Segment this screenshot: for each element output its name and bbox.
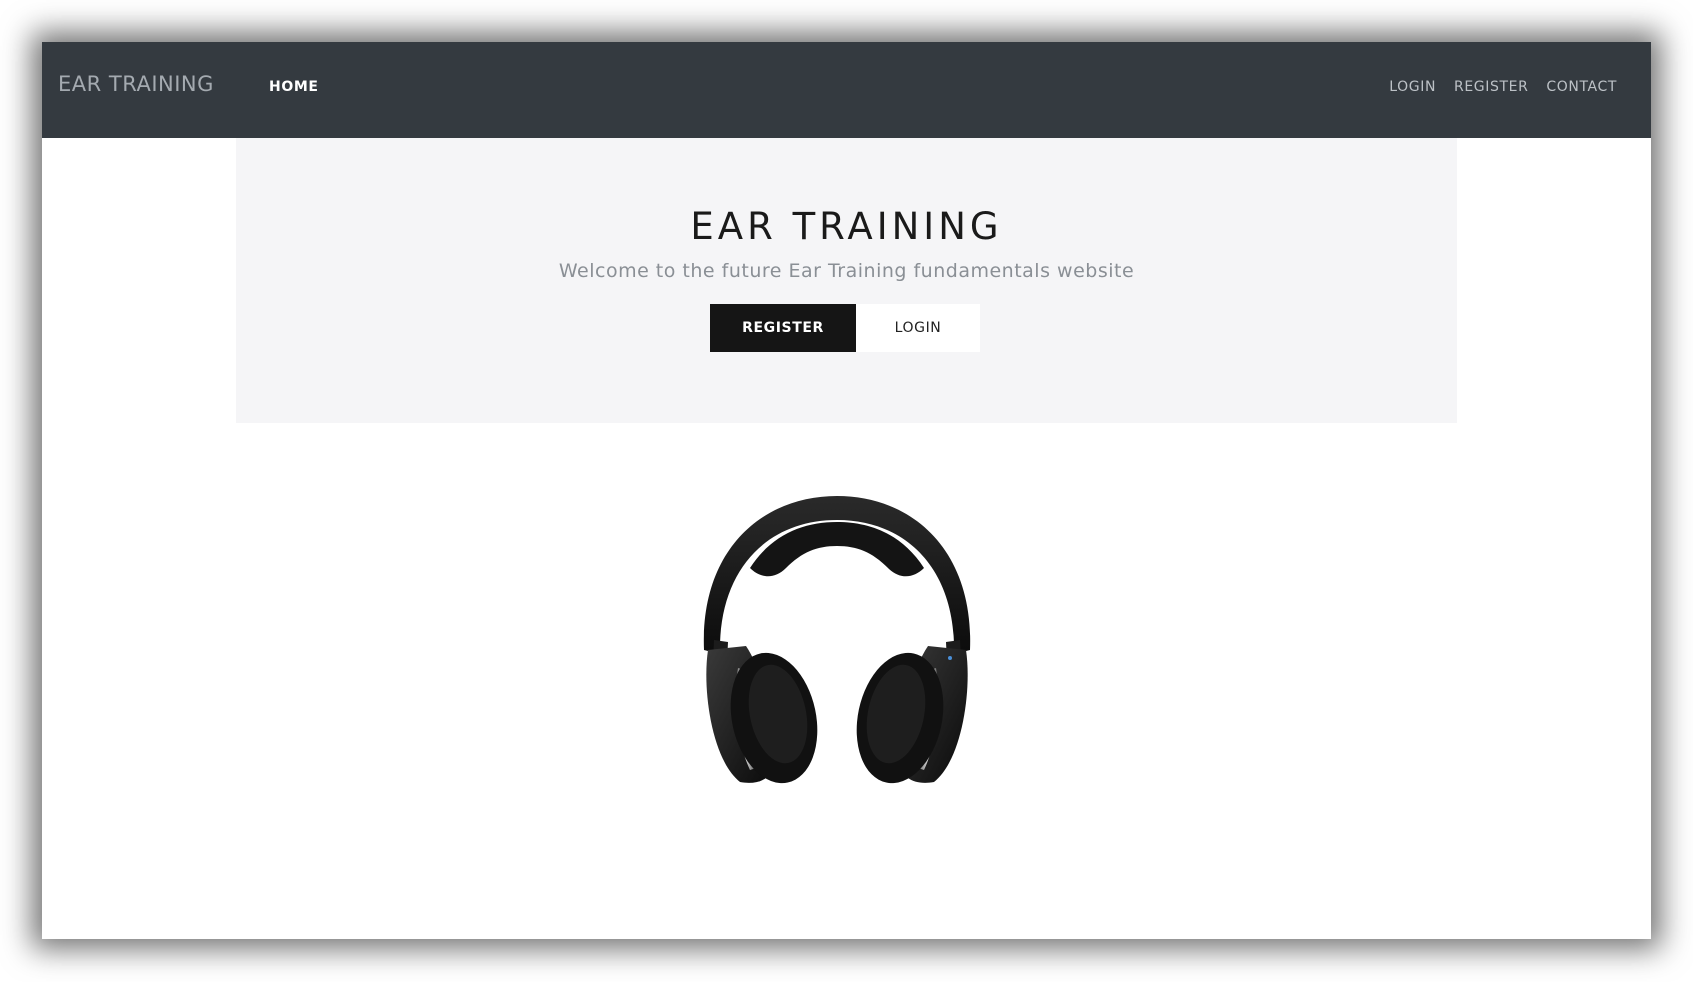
nav-right-group: LOGIN REGISTER CONTACT bbox=[1389, 79, 1617, 95]
hero-subtitle: Welcome to the future Ear Training funda… bbox=[558, 260, 1135, 282]
hero-button-group: REGISTER LOGIN bbox=[710, 304, 980, 352]
hero-title: EAR TRAINING bbox=[690, 205, 1003, 248]
headphones-icon bbox=[692, 490, 982, 789]
top-navbar: EAR TRAINING HOME LOGIN REGISTER CONTACT bbox=[42, 42, 1651, 138]
register-button[interactable]: REGISTER bbox=[710, 304, 856, 352]
nav-link-login[interactable]: LOGIN bbox=[1389, 79, 1436, 95]
nav-link-home[interactable]: HOME bbox=[269, 79, 319, 95]
brand-logo-link[interactable]: EAR TRAINING bbox=[58, 72, 214, 96]
hero-jumbotron: EAR TRAINING Welcome to the future Ear T… bbox=[236, 138, 1457, 423]
nav-link-register[interactable]: REGISTER bbox=[1454, 79, 1528, 95]
login-button[interactable]: LOGIN bbox=[856, 304, 980, 352]
nav-link-contact[interactable]: CONTACT bbox=[1546, 79, 1617, 95]
browser-page: EAR TRAINING HOME LOGIN REGISTER CONTACT… bbox=[42, 42, 1651, 939]
